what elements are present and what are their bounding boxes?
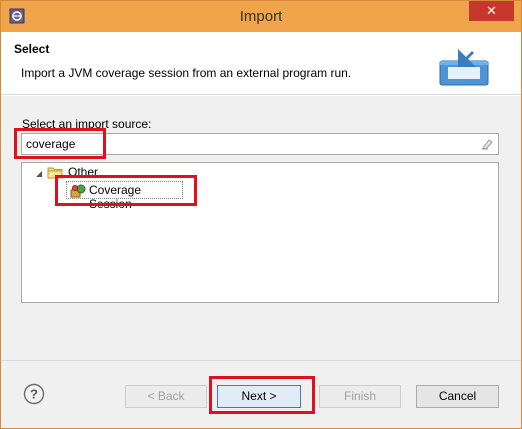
collapse-triangle-icon[interactable] bbox=[35, 170, 43, 178]
tree-node-other[interactable]: Other bbox=[68, 165, 98, 179]
finish-button[interactable]: Finish bbox=[319, 385, 401, 408]
next-button[interactable]: Next > bbox=[217, 385, 301, 408]
cancel-button[interactable]: Cancel bbox=[416, 385, 499, 408]
tree-item-coverage-session[interactable]: Coverage Session bbox=[66, 181, 183, 211]
filter-field[interactable] bbox=[21, 133, 499, 155]
page-description: Import a JVM coverage session from an ex… bbox=[21, 66, 352, 80]
folder-icon bbox=[47, 167, 63, 179]
clear-filter-icon[interactable] bbox=[480, 137, 494, 151]
button-bar-separator bbox=[1, 360, 521, 361]
tree-item-label: Coverage Session bbox=[89, 183, 142, 211]
wizard-header: Select Import a JVM coverage session fro… bbox=[1, 32, 521, 95]
window-title: Import bbox=[239, 8, 283, 25]
close-button[interactable]: ✕ bbox=[469, 1, 514, 21]
import-dialog: Import ✕ Select Import a JVM coverage se… bbox=[0, 0, 522, 429]
page-title: Select bbox=[14, 42, 50, 56]
coverage-session-icon bbox=[70, 184, 86, 198]
import-tray-icon bbox=[439, 49, 489, 86]
title-bar: Import ✕ bbox=[1, 1, 521, 32]
back-button[interactable]: < Back bbox=[125, 385, 207, 408]
import-source-tree[interactable]: Other Coverage Session bbox=[21, 162, 499, 303]
svg-text:?: ? bbox=[30, 387, 38, 402]
filter-input[interactable] bbox=[26, 136, 466, 152]
import-source-label: Select an import source: bbox=[22, 117, 152, 131]
header-separator bbox=[1, 95, 521, 96]
help-icon[interactable]: ? bbox=[23, 383, 45, 405]
